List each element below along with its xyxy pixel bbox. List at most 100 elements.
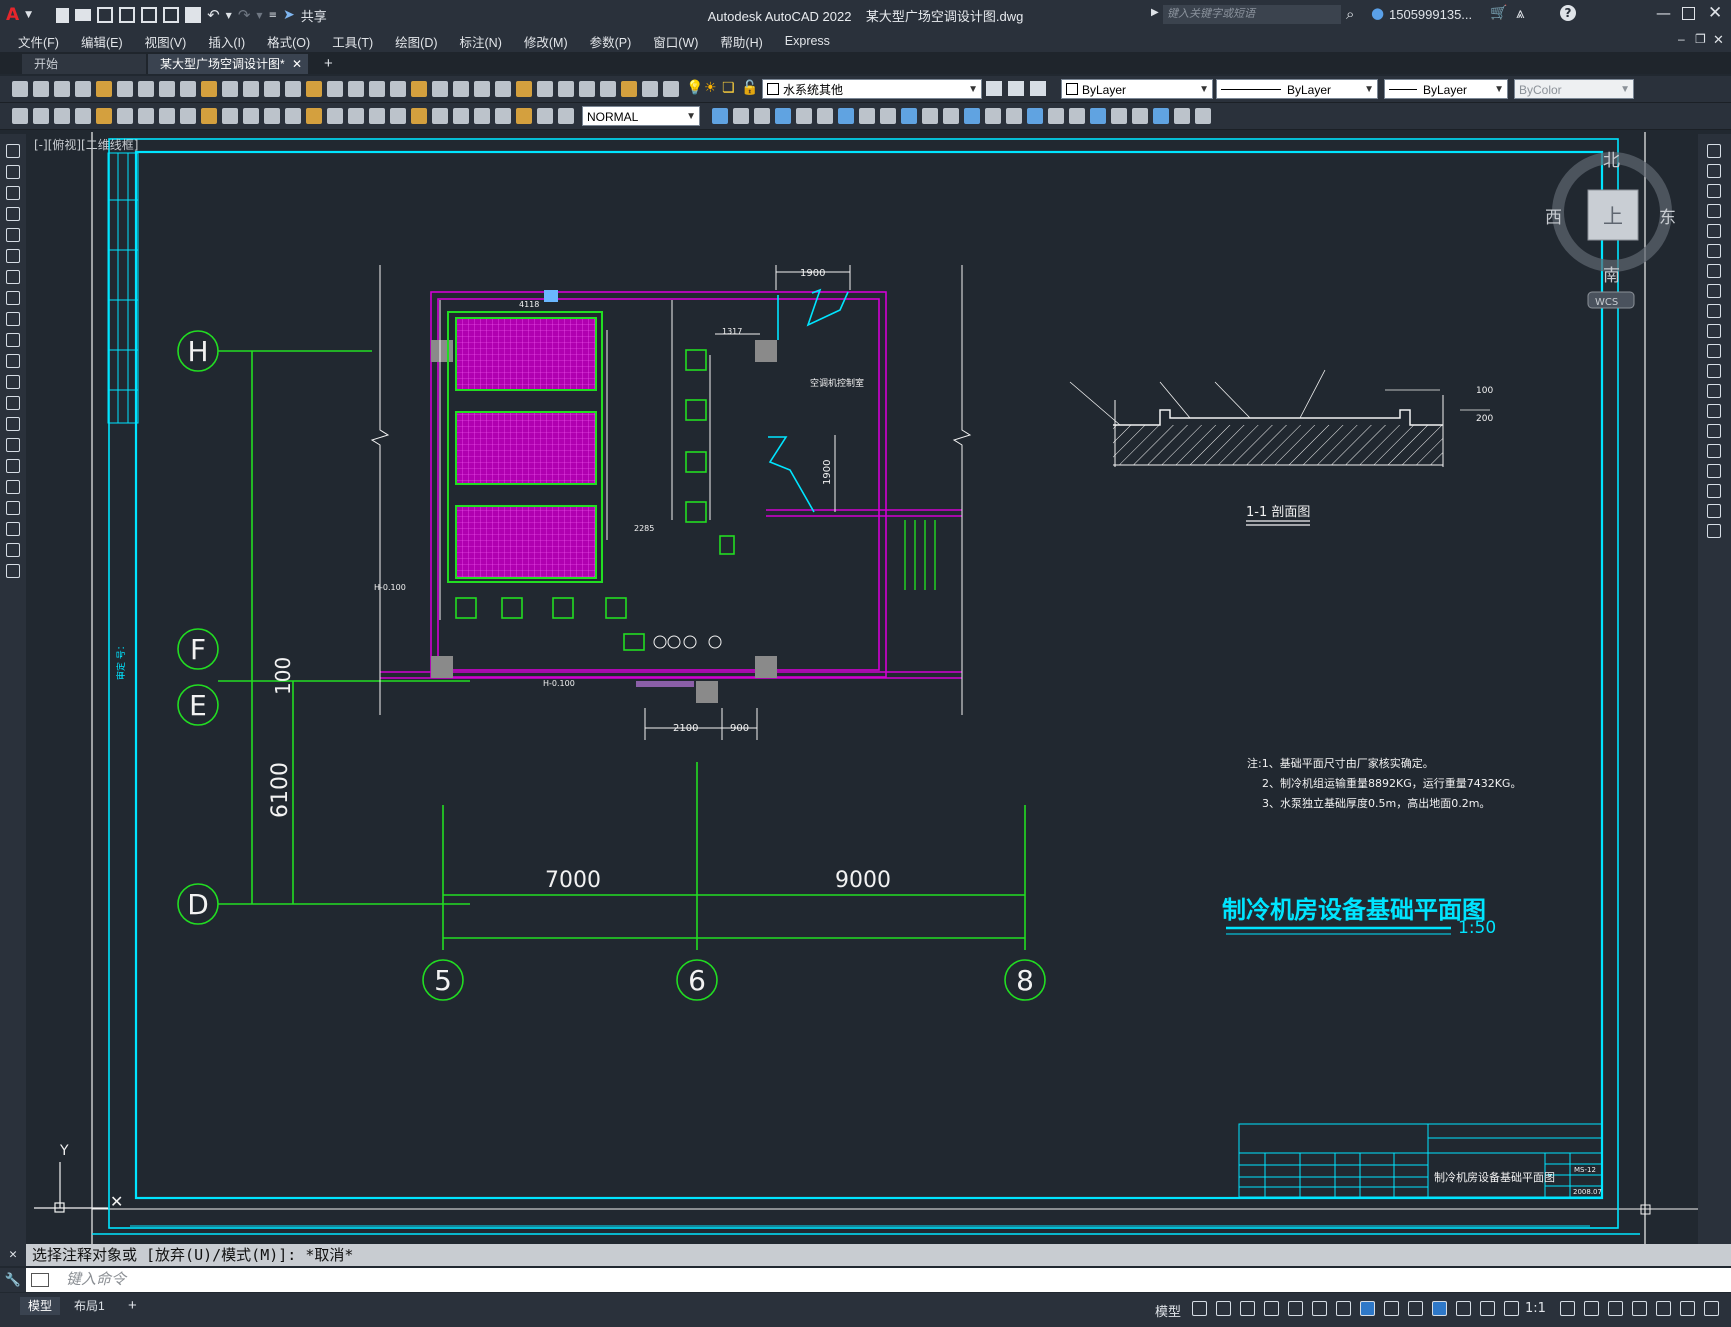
- standard-tool-icon-12[interactable]: [264, 81, 280, 97]
- modify-side-icon-18[interactable]: [1707, 504, 1721, 518]
- modify-tool-icon-14[interactable]: [1006, 108, 1022, 124]
- tab-close-icon[interactable]: ✕: [292, 54, 302, 74]
- dim-tool-icon-7[interactable]: [159, 108, 175, 124]
- draw-tool-icon-17[interactable]: [6, 501, 20, 515]
- modify-side-icon-12[interactable]: [1707, 384, 1721, 398]
- status-toggle-icon-12[interactable]: [1480, 1301, 1495, 1316]
- modify-tool-icon-22[interactable]: [1174, 108, 1190, 124]
- dim-tool-icon-8[interactable]: [180, 108, 196, 124]
- draw-tool-icon-7[interactable]: [6, 291, 20, 305]
- draw-tool-icon-18[interactable]: [6, 522, 20, 536]
- standard-tool-icon-17[interactable]: [369, 81, 385, 97]
- draw-tool-icon-11[interactable]: [6, 375, 20, 389]
- search-icon[interactable]: ⌕: [1346, 5, 1354, 23]
- dim-tool-icon-21[interactable]: [453, 108, 469, 124]
- status-toggle-icon-3[interactable]: [1264, 1301, 1279, 1316]
- standard-tool-icon-8[interactable]: [180, 81, 196, 97]
- draw-tool-icon-20[interactable]: [6, 564, 20, 578]
- menu-file[interactable]: 文件(F): [0, 32, 70, 51]
- cart-icon[interactable]: 🛒: [1490, 5, 1507, 21]
- dim-tool-icon-25[interactable]: [537, 108, 553, 124]
- standard-tool-icon-29[interactable]: [621, 81, 637, 97]
- status-tool-icon-4[interactable]: [1656, 1301, 1671, 1316]
- standard-tool-icon-2[interactable]: [54, 81, 70, 97]
- modify-tool-icon-18[interactable]: [1090, 108, 1106, 124]
- menu-edit[interactable]: 编辑(E): [70, 32, 134, 51]
- menu-tools[interactable]: 工具(T): [321, 32, 384, 51]
- draw-tool-icon-8[interactable]: [6, 312, 20, 326]
- status-toggle-icon-2[interactable]: [1240, 1301, 1255, 1316]
- wcs-label[interactable]: WCS: [1595, 297, 1618, 308]
- draw-tool-icon-14[interactable]: [6, 438, 20, 452]
- standard-tool-icon-15[interactable]: [327, 81, 343, 97]
- draw-tool-icon-3[interactable]: [6, 207, 20, 221]
- search-expand-icon[interactable]: ▶: [1151, 7, 1159, 18]
- lock-icon[interactable]: 🔓: [741, 80, 758, 96]
- modify-tool-icon-0[interactable]: [712, 108, 728, 124]
- menu-express[interactable]: Express: [774, 34, 841, 48]
- viewport-label[interactable]: [-][俯视][二维线框]: [34, 137, 138, 152]
- standard-tool-icon-26[interactable]: [558, 81, 574, 97]
- modify-side-icon-6[interactable]: [1707, 264, 1721, 278]
- standard-tool-icon-0[interactable]: [12, 81, 28, 97]
- modify-tool-icon-5[interactable]: [817, 108, 833, 124]
- modify-side-icon-17[interactable]: [1707, 484, 1721, 498]
- user-icon[interactable]: ●: [1371, 4, 1384, 22]
- dim-tool-icon-15[interactable]: [327, 108, 343, 124]
- dim-tool-icon-16[interactable]: [348, 108, 364, 124]
- lineweight-dropdown[interactable]: ByLayer ▼: [1384, 79, 1508, 99]
- add-layout-button[interactable]: +: [120, 1297, 145, 1315]
- layer-state-icon[interactable]: 💡: [686, 80, 703, 96]
- standard-tool-icon-13[interactable]: [285, 81, 301, 97]
- standard-tool-icon-31[interactable]: [663, 81, 679, 97]
- draw-tool-icon-15[interactable]: [6, 459, 20, 473]
- help-search-input[interactable]: 键入关键字或短语: [1163, 5, 1341, 24]
- dim-tool-icon-6[interactable]: [138, 108, 154, 124]
- dimstyle-dropdown[interactable]: NORMAL ▼: [582, 106, 700, 126]
- modify-side-icon-0[interactable]: [1707, 144, 1721, 158]
- layer-tool-icon-2[interactable]: [1008, 81, 1024, 96]
- modify-tool-icon-15[interactable]: [1027, 108, 1043, 124]
- status-toggle-icon-0[interactable]: [1192, 1301, 1207, 1316]
- modify-side-icon-7[interactable]: [1707, 284, 1721, 298]
- modify-tool-icon-23[interactable]: [1195, 108, 1211, 124]
- tab-start[interactable]: 开始: [22, 54, 146, 74]
- modify-side-icon-9[interactable]: [1707, 324, 1721, 338]
- draw-tool-icon-2[interactable]: [6, 186, 20, 200]
- tab-drawing[interactable]: 某大型广场空调设计图* ✕: [148, 54, 308, 74]
- close-icon[interactable]: ✕: [1708, 3, 1722, 23]
- viewcube-east[interactable]: 东: [1659, 208, 1676, 228]
- modify-tool-icon-17[interactable]: [1069, 108, 1085, 124]
- modify-tool-icon-6[interactable]: [838, 108, 854, 124]
- new-tab-button[interactable]: +: [318, 54, 342, 74]
- modify-side-icon-16[interactable]: [1707, 464, 1721, 478]
- annotation-scale[interactable]: 1:1: [1525, 1301, 1546, 1316]
- draw-tool-icon-13[interactable]: [6, 417, 20, 431]
- plotstyle-dropdown[interactable]: ByColor ▼: [1514, 79, 1634, 99]
- standard-tool-icon-4[interactable]: [96, 81, 112, 97]
- dim-tool-icon-4[interactable]: [96, 108, 112, 124]
- standard-tool-icon-30[interactable]: [642, 81, 658, 97]
- standard-tool-icon-20[interactable]: [432, 81, 448, 97]
- dim-tool-icon-22[interactable]: [474, 108, 490, 124]
- status-toggle-icon-10[interactable]: [1432, 1301, 1447, 1316]
- modify-side-icon-11[interactable]: [1707, 364, 1721, 378]
- dim-tool-icon-0[interactable]: [12, 108, 28, 124]
- modify-side-icon-2[interactable]: [1707, 184, 1721, 198]
- tab-model[interactable]: 模型: [20, 1297, 61, 1315]
- layer-tool-icon-1[interactable]: [986, 81, 1002, 96]
- standard-tool-icon-24[interactable]: [516, 81, 532, 97]
- draw-tool-icon-12[interactable]: [6, 396, 20, 410]
- layer-dropdown[interactable]: 水系统其他 ▼: [762, 79, 982, 99]
- standard-tool-icon-6[interactable]: [138, 81, 154, 97]
- draw-tool-icon-6[interactable]: [6, 270, 20, 284]
- modify-side-icon-4[interactable]: [1707, 224, 1721, 238]
- dim-tool-icon-17[interactable]: [369, 108, 385, 124]
- standard-tool-icon-5[interactable]: [117, 81, 133, 97]
- modify-tool-icon-19[interactable]: [1111, 108, 1127, 124]
- color-dropdown[interactable]: ByLayer ▼: [1061, 79, 1213, 99]
- linetype-dropdown[interactable]: ByLayer ▼: [1216, 79, 1378, 99]
- viewcube-top[interactable]: 上: [1603, 204, 1623, 228]
- modify-side-icon-1[interactable]: [1707, 164, 1721, 178]
- dim-tool-icon-19[interactable]: [411, 108, 427, 124]
